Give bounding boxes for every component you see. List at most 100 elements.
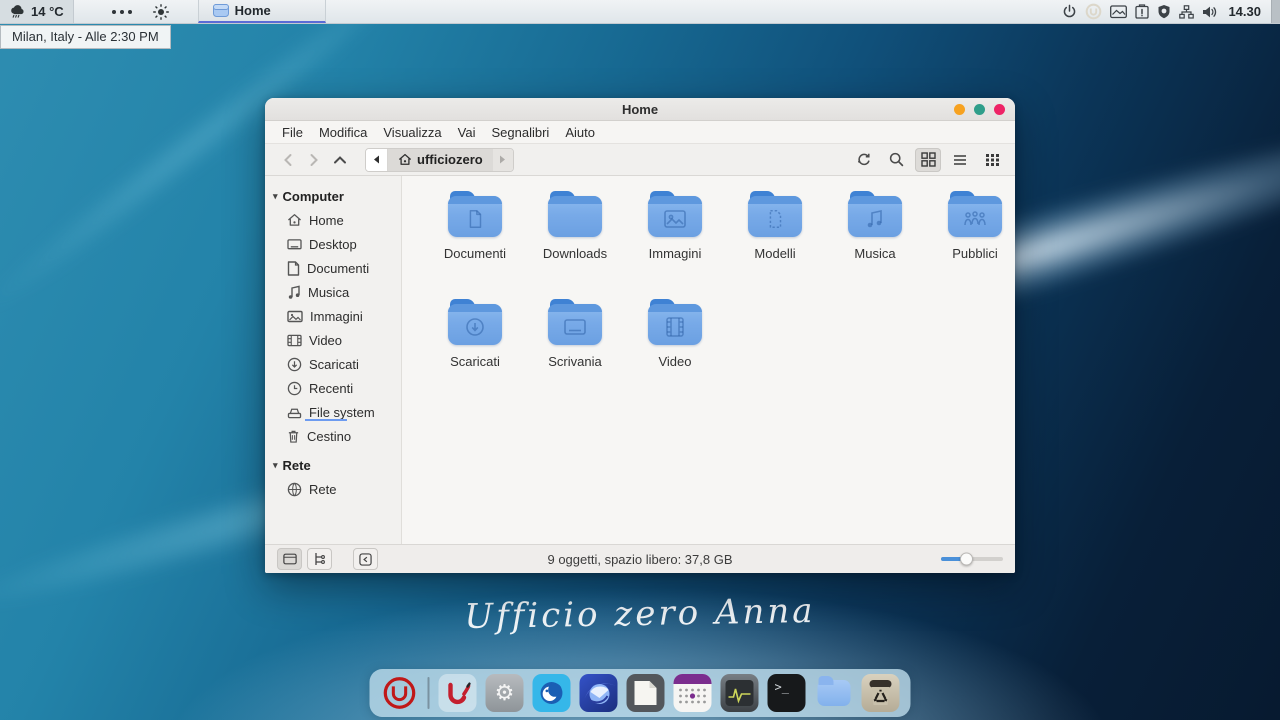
close-button[interactable] (994, 104, 1005, 115)
file-item-musica[interactable]: Musica (825, 190, 925, 298)
volume-icon[interactable] (1202, 5, 1218, 19)
dock-item-ufficiozero-menu[interactable] (381, 674, 419, 712)
sidebar-item-immagini[interactable]: Immagini (265, 304, 401, 328)
sidebar-item-label: Scaricati (309, 357, 359, 372)
sidebar-section-label: Rete (283, 458, 311, 473)
package-update-icon[interactable] (1135, 4, 1149, 19)
zoom-slider-handle[interactable] (960, 553, 973, 566)
list-view-button[interactable] (947, 148, 973, 172)
menu-modifica[interactable]: Modifica (311, 123, 375, 142)
zoom-slider[interactable] (941, 557, 1003, 561)
sidebar-section-computer[interactable]: ▾ Computer (265, 185, 401, 208)
file-item-scaricati[interactable]: Scaricati (425, 298, 525, 406)
file-label: Scrivania (548, 354, 601, 369)
path-forward-button[interactable] (493, 149, 513, 171)
up-button[interactable] (327, 148, 353, 172)
panel-handle[interactable] (1271, 0, 1280, 23)
trash-icon (287, 429, 300, 444)
sidebar-item-recenti[interactable]: Recenti (265, 376, 401, 400)
file-item-modelli[interactable]: Modelli (725, 190, 825, 298)
file-label: Video (658, 354, 691, 369)
dock-item-file-manager[interactable] (815, 674, 853, 712)
weather-applet[interactable]: 14 °C (0, 0, 74, 23)
compact-view-button[interactable] (979, 148, 1005, 172)
dock-item-files-app[interactable] (627, 674, 665, 712)
dock-item-system-monitor[interactable] (721, 674, 759, 712)
icon-view-button[interactable] (915, 148, 941, 172)
dock-item-terminal[interactable]: >_ (768, 674, 806, 712)
taskbar-item-home[interactable]: Home (198, 0, 326, 23)
gear-icon: ⚙ (495, 682, 515, 704)
folder-icon (748, 196, 802, 237)
zoom-slider-track[interactable] (941, 557, 1003, 561)
ellipsis-icon[interactable] (106, 0, 138, 23)
menu-vai[interactable]: Vai (450, 123, 484, 142)
file-item-immagini[interactable]: Immagini (625, 190, 725, 298)
back-button[interactable] (275, 148, 301, 172)
document-icon (287, 261, 300, 276)
file-item-pubblici[interactable]: Pubblici (925, 190, 1015, 298)
shield-icon[interactable] (1157, 4, 1171, 19)
sidebar-item-desktop[interactable]: Desktop (265, 232, 401, 256)
sidebar-item-documenti[interactable]: Documenti (265, 256, 401, 280)
folder-icon (448, 196, 502, 237)
dock-item-calendar[interactable] (674, 674, 712, 712)
folder-icon (817, 680, 850, 706)
network-globe-icon (287, 482, 302, 497)
dock-item-browser[interactable] (533, 674, 571, 712)
file-item-documenti[interactable]: Documenti (425, 190, 525, 298)
menu-aiuto[interactable]: Aiuto (557, 123, 603, 142)
path-back-button[interactable] (366, 149, 388, 171)
panel-clock[interactable]: 14.30 (1228, 4, 1261, 19)
system-tray: 14.30 (1056, 0, 1271, 23)
folder-icon (213, 4, 229, 17)
path-segment-home[interactable]: ufficiozero (388, 149, 493, 171)
sidebar-item-scaricati[interactable]: Scaricati (265, 352, 401, 376)
menubar: File Modifica Visualizza Vai Segnalibri … (265, 121, 1015, 144)
ufficiozero-logo-icon[interactable] (1085, 3, 1102, 20)
weather-tooltip: Milan, Italy - Alle 2:30 PM (0, 25, 171, 49)
dock-item-settings[interactable]: ⚙ (486, 674, 524, 712)
file-item-video[interactable]: Video (625, 298, 725, 406)
status-text: 9 oggetti, spazio libero: 37,8 GB (265, 552, 1015, 567)
dock-item-writer[interactable] (439, 674, 477, 712)
file-item-downloads[interactable]: Downloads (525, 190, 625, 298)
sidebar-item-label: File system (309, 405, 375, 420)
file-manager-window: Home File Modifica Visualizza Vai Segnal… (265, 98, 1015, 573)
sidebar-item-home[interactable]: Home (265, 208, 401, 232)
sidebar-item-file-system[interactable]: File system (265, 400, 401, 424)
sidebar-item-rete[interactable]: Rete (265, 477, 401, 501)
window-titlebar[interactable]: Home (265, 98, 1015, 121)
sidebar-item-label: Cestino (307, 429, 351, 444)
forward-button[interactable] (301, 148, 327, 172)
dock-item-mail[interactable] (580, 674, 618, 712)
sidebar-item-video[interactable]: Video (265, 328, 401, 352)
folder-icon (548, 304, 602, 345)
dock-item-trash[interactable] (862, 674, 900, 712)
menu-segnalibri[interactable]: Segnalibri (484, 123, 558, 142)
reload-icon[interactable] (851, 148, 877, 172)
sidebar-item-musica[interactable]: Musica (265, 280, 401, 304)
folder-icon (648, 304, 702, 345)
power-icon[interactable] (1062, 4, 1077, 19)
file-view[interactable]: Documenti Downloads Immagini Modell (402, 176, 1015, 544)
file-item-scrivania[interactable]: Scrivania (525, 298, 625, 406)
file-label: Musica (854, 246, 895, 261)
clock-icon (287, 381, 302, 396)
mail-icon (580, 674, 618, 712)
sidebar-item-label: Desktop (309, 237, 357, 252)
maximize-button[interactable] (974, 104, 985, 115)
weather-temp: 14 °C (31, 4, 64, 19)
window-title: Home (265, 102, 1015, 117)
minimize-button[interactable] (954, 104, 965, 115)
menu-visualizza[interactable]: Visualizza (375, 123, 449, 142)
sidebar-item-cestino[interactable]: Cestino (265, 424, 401, 448)
dock: ⚙ (370, 669, 911, 717)
trash-icon (862, 674, 900, 712)
menu-file[interactable]: File (274, 123, 311, 142)
sidebar-section-rete[interactable]: ▾ Rete (265, 454, 401, 477)
screenshot-icon[interactable] (1110, 5, 1127, 19)
search-icon[interactable] (883, 148, 909, 172)
network-icon[interactable] (1179, 5, 1194, 19)
brightness-icon[interactable] (144, 0, 178, 23)
